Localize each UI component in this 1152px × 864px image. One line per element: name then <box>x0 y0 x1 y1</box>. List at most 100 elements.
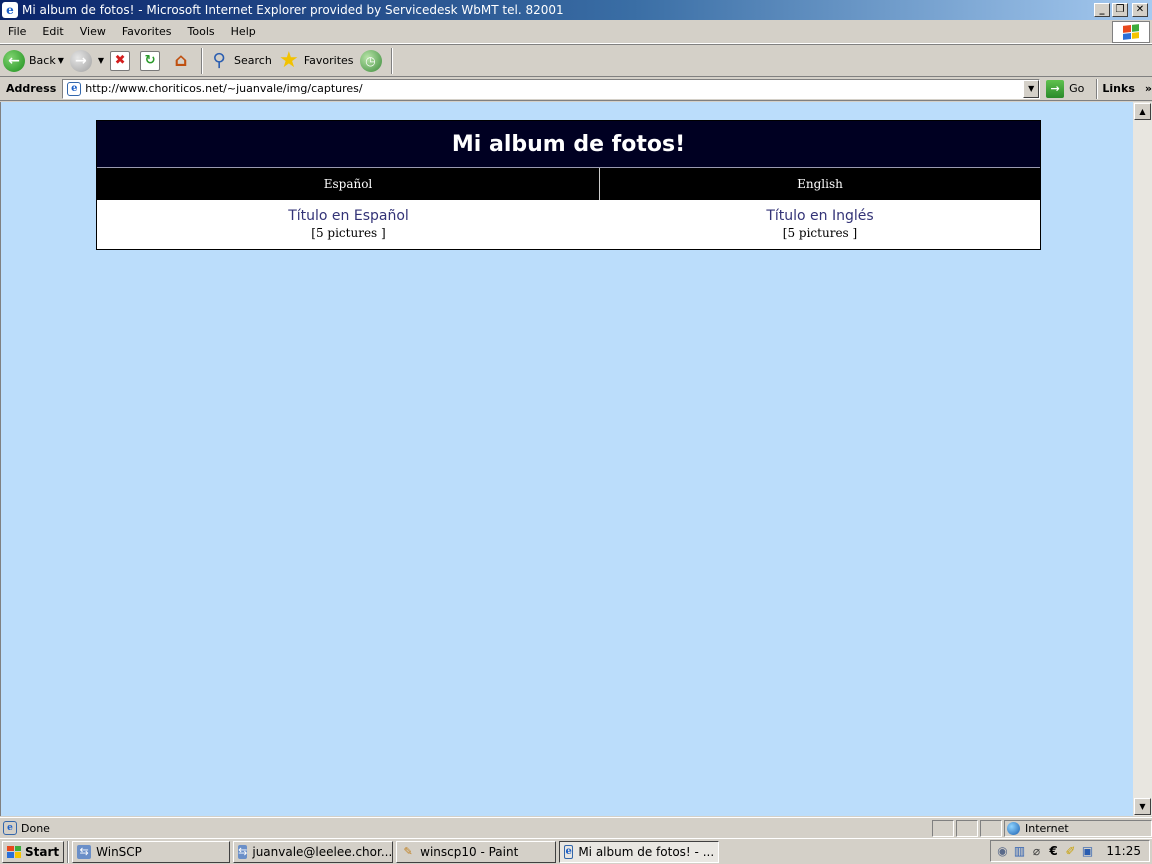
album-row: Título en Español [5 pictures ] Título e… <box>97 200 1040 249</box>
euro-icon[interactable]: € <box>1046 844 1061 859</box>
menu-edit[interactable]: Edit <box>34 25 71 38</box>
taskbar-item-winscp[interactable]: ⇆ WinSCP <box>72 840 231 863</box>
links-label: Links <box>1102 82 1135 95</box>
star-icon: ★ <box>278 48 299 73</box>
security-zone: Internet <box>1004 819 1152 837</box>
book-icon[interactable]: ▥ <box>1012 844 1027 859</box>
stop-icon: ✖ <box>110 50 131 71</box>
refresh-button[interactable]: ↻ <box>137 47 167 75</box>
menu-file[interactable]: File <box>0 25 34 38</box>
url-input[interactable] <box>85 82 1026 95</box>
title-bar[interactable]: e Mi album de fotos! - Microsoft Interne… <box>0 0 1152 20</box>
chevron-right-icon: » <box>1144 82 1152 95</box>
status-bar: e Done Internet <box>0 817 1152 838</box>
minimize-button[interactable]: _ <box>1094 3 1110 17</box>
toolbar-separator <box>201 47 204 74</box>
page-icon: e <box>67 81 82 96</box>
album-cell-spanish: Título en Español [5 pictures ] <box>97 200 600 249</box>
address-field[interactable]: e ▼ <box>62 78 1041 99</box>
back-dropdown-icon[interactable]: ▼ <box>58 56 64 65</box>
taskbar-item-ie[interactable]: e Mi album de fotos! - ... <box>559 840 720 863</box>
task-label: winscp10 - Paint <box>420 844 519 859</box>
task-label: WinSCP <box>96 844 142 859</box>
zone-label: Internet <box>1025 821 1069 835</box>
back-arrow-icon: ← <box>3 49 25 72</box>
status-panel <box>956 819 978 837</box>
scroll-down-icon[interactable]: ▼ <box>1134 798 1151 815</box>
toolbar: ← Back ▼ → ▼ ✖ ↻ ⌂ ⚲ Search ★ Favorites … <box>0 44 1152 77</box>
taskbar-separator <box>67 840 70 863</box>
back-label: Back <box>29 54 56 67</box>
menu-favorites[interactable]: Favorites <box>114 25 180 38</box>
ie-icon: e <box>2 2 18 18</box>
favorites-label: Favorites <box>303 54 354 67</box>
start-label: Start <box>25 844 60 859</box>
menu-tools[interactable]: Tools <box>180 25 223 38</box>
restore-button[interactable]: ❐ <box>1112 3 1128 17</box>
address-bar: Address e ▼ → Go Links » <box>0 77 1152 101</box>
picture-count: [5 pictures ] <box>311 226 386 240</box>
winscp-icon: ⇆ <box>238 844 248 859</box>
album-table: Mi album de fotos! Español English Títul… <box>96 120 1041 250</box>
windows-flag-icon <box>7 845 21 858</box>
toolbar-separator <box>390 47 393 74</box>
go-arrow-icon: → <box>1046 79 1065 98</box>
taskbar-item-paint[interactable]: ✎ winscp10 - Paint <box>396 840 557 863</box>
network-icon[interactable]: ◉ <box>995 844 1010 859</box>
links-separator <box>1096 78 1099 99</box>
home-icon: ⌂ <box>174 50 188 71</box>
go-label: Go <box>1069 82 1085 95</box>
album-cell-english: Título en Inglés [5 pictures ] <box>600 200 1040 249</box>
album-title-link[interactable]: Título en Inglés <box>766 208 873 224</box>
forward-arrow-icon: → <box>69 49 92 72</box>
stop-button[interactable]: ✖ <box>107 47 137 75</box>
search-button[interactable]: ⚲ Search <box>205 47 275 75</box>
refresh-icon: ↻ <box>140 50 161 71</box>
taskbar: Start ⇆ WinSCP ⇆ juanvale@leelee.chor...… <box>0 838 1152 864</box>
page-done-icon: e <box>3 821 17 835</box>
links-button[interactable]: Links » <box>1102 82 1152 95</box>
status-panel <box>932 819 954 837</box>
forward-dropdown-icon[interactable]: ▼ <box>98 56 104 65</box>
globe-icon <box>1007 821 1020 835</box>
page-viewport: Mi album de fotos! Español English Títul… <box>0 102 1133 816</box>
search-icon: ⚲ <box>212 50 226 71</box>
menu-bar: File Edit View Favorites Tools Help <box>0 20 1152 44</box>
language-spanish-label: Español <box>97 168 600 200</box>
forward-button[interactable]: → ▼ <box>67 47 107 75</box>
pencil-icon[interactable]: ✐ <box>1063 844 1078 859</box>
language-row: Español English <box>97 168 1040 200</box>
menu-help[interactable]: Help <box>223 25 264 38</box>
winscp-icon: ⇆ <box>77 844 92 859</box>
task-label: juanvale@leelee.chor... <box>252 844 393 859</box>
menu-view[interactable]: View <box>72 25 114 38</box>
picture-count: [5 pictures ] <box>782 226 858 240</box>
system-tray: ◉ ▥ ⌀ € ✐ ▣ 11:25 <box>990 840 1150 862</box>
history-button[interactable]: ◷ <box>357 47 389 75</box>
vertical-scrollbar[interactable]: ▲ ▼ <box>1133 102 1152 816</box>
search-label: Search <box>234 54 272 67</box>
album-heading: Mi album de fotos! <box>97 121 1040 168</box>
language-english-label: English <box>797 177 843 191</box>
clock: 11:25 <box>1106 844 1141 858</box>
mouse-icon[interactable]: ⌀ <box>1029 844 1044 859</box>
taskbar-item-winscp-session[interactable]: ⇆ juanvale@leelee.chor... <box>233 840 394 863</box>
history-icon: ◷ <box>359 49 382 72</box>
go-button[interactable]: → Go <box>1046 79 1085 98</box>
status-text: Done <box>21 821 50 835</box>
address-label: Address <box>6 82 57 95</box>
windows-logo-icon <box>1112 21 1150 43</box>
close-button[interactable]: ✕ <box>1132 3 1148 17</box>
home-button[interactable]: ⌂ <box>167 47 199 75</box>
task-label: Mi album de fotos! - ... <box>578 844 715 859</box>
album-title-link[interactable]: Título en Español <box>288 208 409 224</box>
favorites-button[interactable]: ★ Favorites <box>275 47 357 75</box>
address-dropdown-icon[interactable]: ▼ <box>1023 79 1040 98</box>
back-button[interactable]: ← Back ▼ <box>0 47 67 75</box>
scroll-up-icon[interactable]: ▲ <box>1134 103 1151 120</box>
status-panel <box>980 819 1002 837</box>
window-title: Mi album de fotos! - Microsoft Internet … <box>22 3 564 17</box>
start-button[interactable]: Start <box>2 840 65 863</box>
display-icon[interactable]: ▣ <box>1080 844 1095 859</box>
paint-icon: ✎ <box>403 845 413 858</box>
